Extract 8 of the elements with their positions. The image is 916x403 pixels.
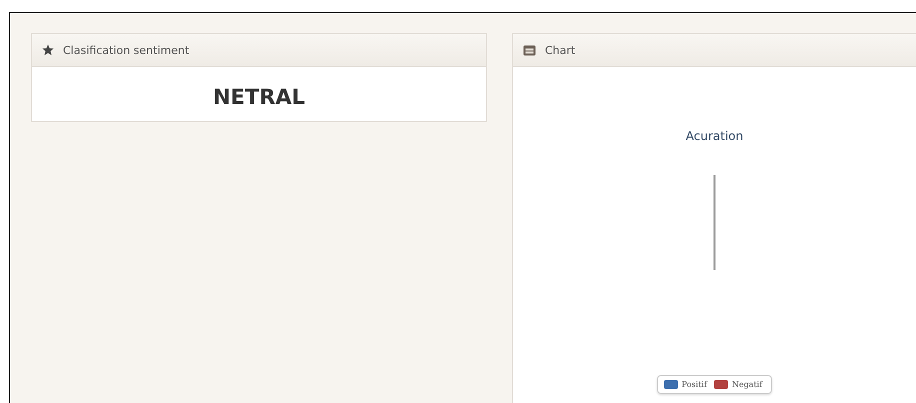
panel-title: Chart <box>545 44 576 56</box>
panel-title: Clasification sentiment <box>63 44 190 56</box>
chart-title: Acuration <box>686 128 744 142</box>
window-icon <box>523 44 536 56</box>
sentiment-result: NETRAL <box>212 84 306 111</box>
legend-label: Positif <box>682 380 707 388</box>
legend-label: Negatif <box>732 380 762 388</box>
star-icon <box>42 44 54 56</box>
